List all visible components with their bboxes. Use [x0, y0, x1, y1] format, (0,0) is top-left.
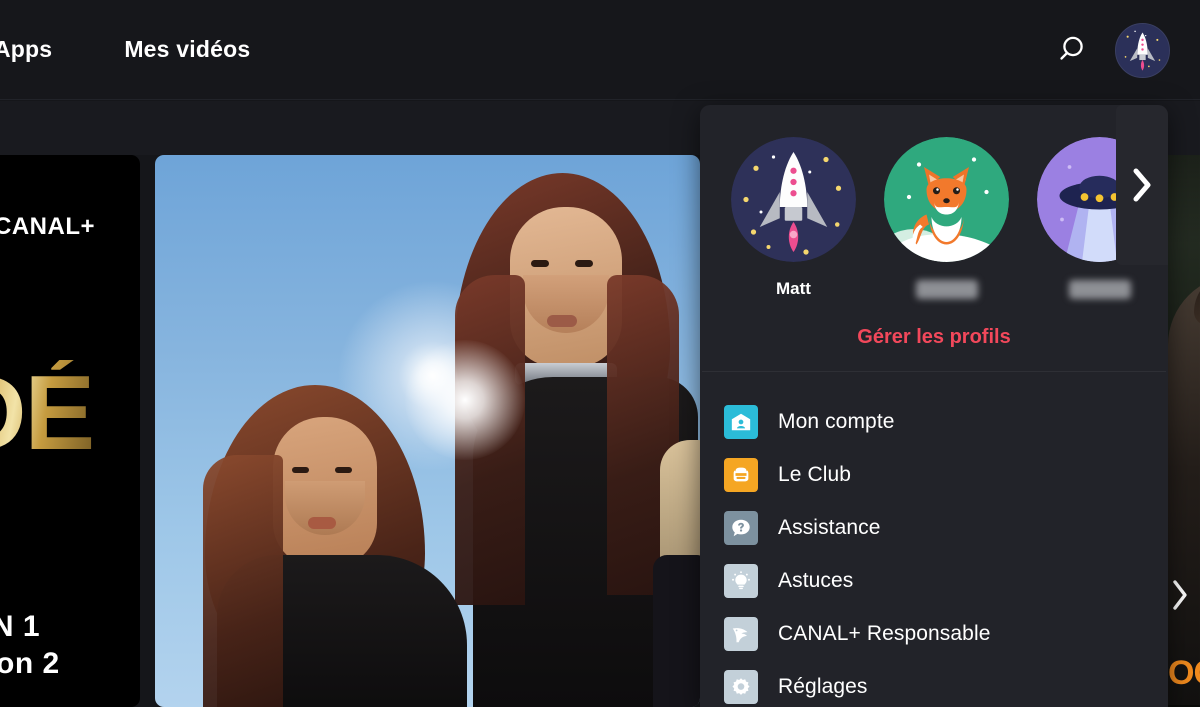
profile-dropdown-panel: Matt Gérer les profils Mon compte Le Clu…: [700, 105, 1168, 707]
menu-item-label: Assistance: [778, 515, 881, 539]
card-left-brand: CANAL+: [0, 213, 96, 240]
manage-profiles-link[interactable]: Gérer les profils: [700, 320, 1168, 371]
nav-item-mes-videos[interactable]: Mes vidéos: [124, 36, 250, 63]
profile-item-1[interactable]: Matt: [717, 137, 870, 299]
profile-name-1: Matt: [776, 279, 811, 298]
profile-avatar-button[interactable]: [1115, 22, 1170, 78]
fox-avatar-icon: [884, 137, 1009, 262]
card-left-title: DÉ: [0, 360, 95, 466]
content-card-hero[interactable]: [155, 155, 700, 707]
rocket-avatar-icon: [731, 137, 856, 262]
menu-item-reglages[interactable]: Réglages: [700, 660, 1168, 707]
profile-name-3: [1068, 280, 1131, 299]
menu-item-label: Le Club: [778, 462, 852, 486]
profile-item-2[interactable]: [870, 137, 1023, 299]
rocket-avatar-icon: [1116, 23, 1169, 77]
menu-item-le-club[interactable]: Le Club: [700, 448, 1168, 501]
menu-item-canal-responsable[interactable]: CANAL+ Responsable: [700, 607, 1168, 660]
dropdown-menu: Mon compte Le Club Assistance Astuces CA…: [700, 372, 1168, 707]
nav-item-apps[interactable]: Apps: [0, 36, 124, 63]
app-header: Apps Mes vidéos: [0, 0, 1200, 100]
search-icon[interactable]: [1047, 27, 1093, 73]
chevron-right-icon: [1133, 168, 1151, 202]
menu-item-assistance[interactable]: Assistance: [700, 501, 1168, 554]
header-actions: [1047, 0, 1170, 100]
content-card-left[interactable]: CANAL+ DÉ ON 1 ison 2: [0, 155, 140, 707]
armchair-icon: [724, 457, 758, 492]
profiles-next-button[interactable]: [1116, 105, 1168, 265]
card-left-subtitle-2: ison 2: [0, 647, 60, 680]
app-root: Apps Mes vidéos CANAL+ É N 1 on 2 O Matt…: [0, 0, 1200, 707]
profile-name-2: [915, 280, 978, 299]
menu-item-mon-compte[interactable]: Mon compte: [700, 395, 1168, 448]
hero-artwork: [155, 155, 700, 707]
gear-icon: [724, 669, 758, 704]
lightbulb-icon: [724, 563, 758, 598]
card-left-subtitle-1: ON 1: [0, 610, 41, 643]
chevron-right-icon: [1173, 580, 1187, 610]
card-right-brand: OCS: [1168, 654, 1200, 692]
menu-item-label: Mon compte: [778, 409, 895, 433]
main-navigation: Apps Mes vidéos: [0, 36, 250, 63]
question-bubble-icon: [724, 510, 758, 545]
menu-item-label: Réglages: [778, 674, 868, 698]
profile-selector: Matt: [700, 105, 1168, 320]
menu-item-label: CANAL+ Responsable: [778, 621, 991, 645]
bird-leaf-icon: [724, 616, 758, 651]
menu-item-label: Astuces: [778, 568, 854, 592]
account-card-icon: [724, 404, 758, 439]
menu-item-astuces[interactable]: Astuces: [700, 554, 1168, 607]
